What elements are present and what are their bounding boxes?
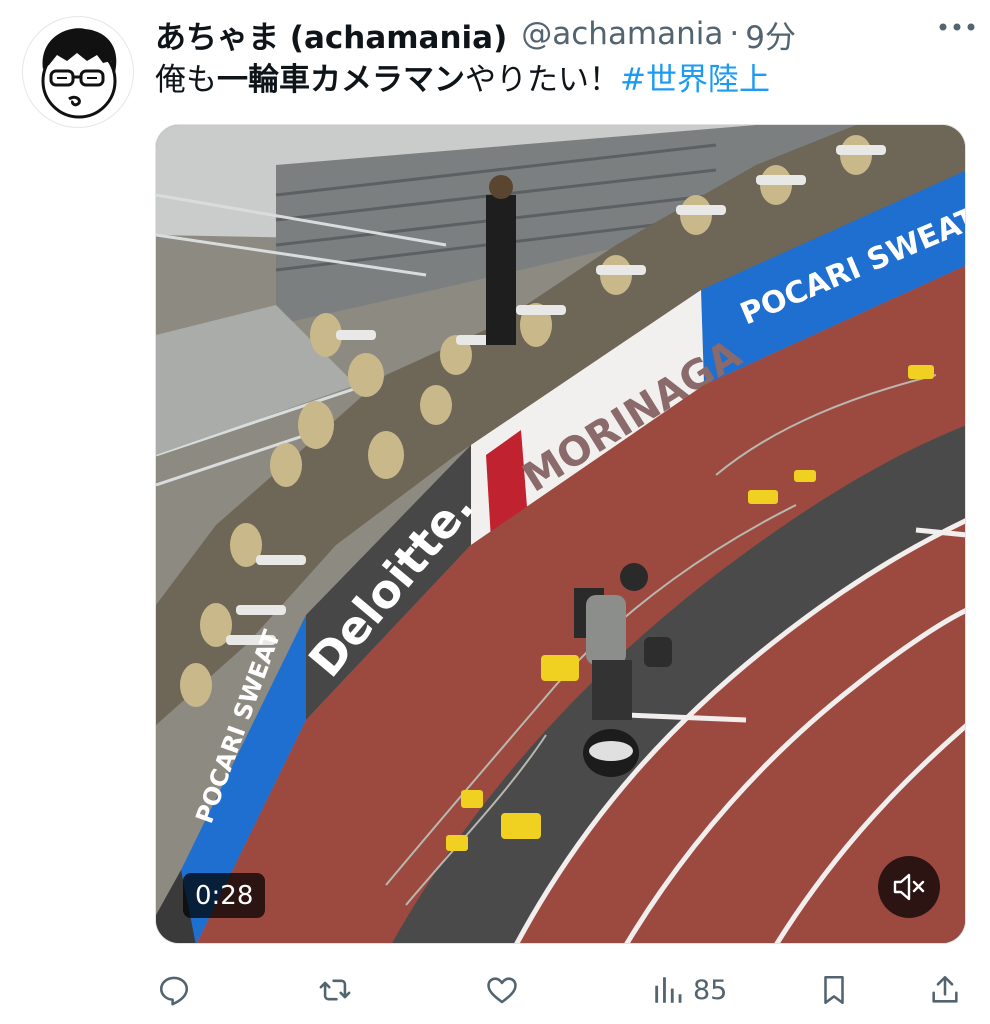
avatar-face-icon [41, 28, 117, 119]
tweet-header: あちゃま (achamania) @achamania · 9分 [155, 10, 970, 58]
retweet-icon [319, 979, 351, 1001]
avatar[interactable] [22, 16, 134, 128]
views-count: 85 [693, 974, 728, 1006]
separator-dot: · [729, 16, 740, 52]
like-button[interactable] [485, 962, 527, 1018]
share-icon [932, 975, 958, 1003]
video-duration-badge: 0:28 [183, 873, 266, 918]
more-options-button[interactable] [934, 10, 980, 44]
hashtag-link[interactable]: #世界陸上 [620, 62, 770, 98]
timestamp[interactable]: 9分 [745, 12, 796, 57]
tweet-action-bar: 85 [155, 962, 966, 1018]
reply-icon [159, 976, 189, 1006]
heart-icon [487, 977, 517, 1004]
share-button[interactable] [928, 962, 962, 1018]
bookmark-icon [824, 975, 844, 1005]
views-button[interactable]: 85 [651, 962, 727, 1018]
video-player[interactable]: POCARI SWEAT MORINAGA Deloitte. POCARI S… [155, 124, 966, 944]
reply-button[interactable] [157, 962, 199, 1018]
tweet-text: 俺も一輪車カメラマンやりたい！#世界陸上 [155, 58, 770, 102]
video-frame: POCARI SWEAT MORINAGA Deloitte. POCARI S… [156, 125, 965, 943]
more-dots-icon [939, 23, 975, 31]
display-name[interactable]: あちゃま (achamania) [155, 12, 507, 57]
speaker-muted-icon [893, 873, 925, 901]
views-chart-icon [655, 977, 682, 1003]
tweet-text-bold: 一輪車カメラマン [217, 62, 465, 98]
tweet-text-part: やりたい！ [465, 62, 620, 98]
mute-button[interactable] [878, 856, 940, 918]
tweet-text-part: 俺も [155, 62, 217, 98]
user-handle[interactable]: @achamania [521, 16, 723, 52]
bookmark-button[interactable] [817, 962, 851, 1018]
retweet-button[interactable] [318, 962, 360, 1018]
